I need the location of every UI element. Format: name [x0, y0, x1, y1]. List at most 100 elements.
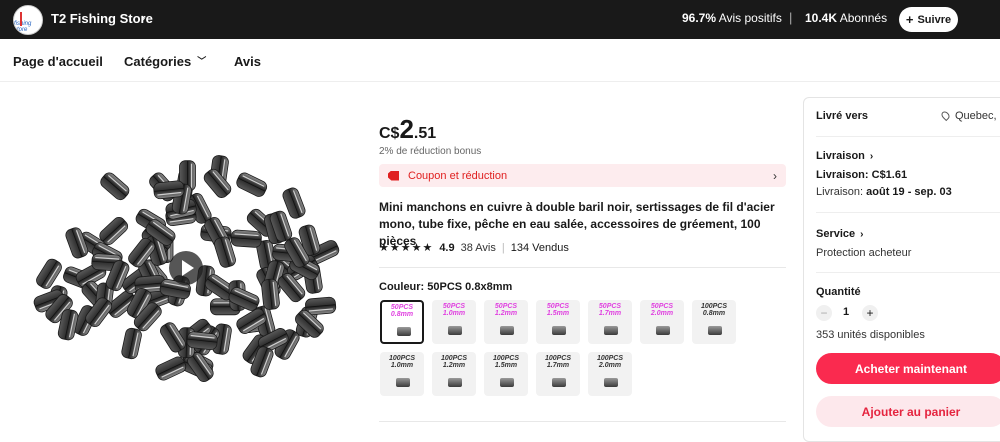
variant-swatch-label: 50PCS0.8mm — [382, 304, 422, 318]
sleeve-thumbnail-icon — [448, 378, 462, 387]
variant-swatch[interactable]: 50PCS1.5mm — [536, 300, 580, 344]
play-video-icon[interactable] — [169, 251, 203, 285]
variant-swatch[interactable]: 100PCS1.5mm — [484, 352, 528, 396]
quantity-value[interactable]: 1 — [843, 306, 849, 318]
divider — [816, 272, 1000, 273]
variant-count: 100PCS — [381, 355, 423, 362]
star-rating-icon: ★★★★★ — [379, 241, 433, 254]
rating-score: 4.9 — [439, 242, 454, 254]
variant-swatch-label: 100PCS0.8mm — [693, 303, 735, 317]
nav-categories[interactable]: Catégories﹀ — [124, 54, 206, 69]
chevron-right-icon: › — [773, 169, 777, 183]
sleeve-thumbnail-icon — [500, 378, 514, 387]
color-label: Couleur: 50PCS 0.8x8mm — [379, 281, 512, 293]
divider — [379, 421, 786, 422]
store-nav: Page d'accueil Catégories﹀ Avis — [0, 39, 1000, 82]
variant-swatch-label: 100PCS2.0mm — [589, 355, 631, 369]
price-currency: C$ — [379, 125, 399, 142]
sleeve-thumbnail-icon — [552, 378, 566, 387]
variant-swatch[interactable]: 100PCS1.2mm — [432, 352, 476, 396]
product-price: C$2.51 — [379, 114, 436, 145]
variant-count: 50PCS — [433, 303, 475, 310]
variant-swatch[interactable]: 50PCS2.0mm — [640, 300, 684, 344]
positive-label: Avis positifs — [719, 11, 782, 25]
sleeve-thumbnail-icon — [656, 326, 670, 335]
price-decimal: .51 — [414, 125, 436, 142]
variant-size: 2.0mm — [589, 362, 631, 369]
sleeve-thumbnail-icon — [604, 326, 618, 335]
variant-count: 50PCS — [537, 303, 579, 310]
service-link[interactable]: Service› — [816, 228, 864, 240]
rating-row[interactable]: ★★★★★ 4.9 38 Avis | 134 Vendus — [379, 241, 569, 254]
variant-swatch[interactable]: 100PCS1.0mm — [380, 352, 424, 396]
variant-swatch[interactable]: 50PCS0.8mm — [380, 300, 424, 344]
variant-size: 0.8mm — [382, 311, 422, 318]
quantity-label: Quantité — [816, 286, 861, 298]
stat-divider: | — [789, 10, 792, 25]
quantity-decrease-button[interactable]: − — [816, 305, 832, 321]
followers-stat: 10.4K Abonnés — [805, 11, 887, 25]
variant-swatch-label: 50PCS1.7mm — [589, 303, 631, 317]
variant-size: 1.0mm — [433, 310, 475, 317]
buy-now-button[interactable]: Acheter maintenant — [816, 353, 1000, 384]
variant-count: 100PCS — [693, 303, 735, 310]
add-to-cart-button[interactable]: Ajouter au panier — [816, 396, 1000, 427]
purchase-panel — [803, 97, 1000, 442]
nav-reviews[interactable]: Avis — [234, 54, 261, 69]
nav-home[interactable]: Page d'accueil — [13, 54, 103, 69]
variant-swatch-label: 100PCS1.5mm — [485, 355, 527, 369]
ship-to-value[interactable]: Quebec, C — [955, 110, 1000, 122]
sleeve-thumbnail-icon — [500, 326, 514, 335]
followers-count: 10.4K — [805, 11, 837, 25]
chevron-right-icon[interactable]: › — [141, 10, 145, 25]
variant-size: 2.0mm — [641, 310, 683, 317]
delivery-link[interactable]: Livraison› — [816, 150, 873, 162]
variant-count: 100PCS — [589, 355, 631, 362]
follow-button[interactable]: + Suivre — [899, 7, 958, 32]
variant-swatch[interactable]: 50PCS1.0mm — [432, 300, 476, 344]
variant-size: 1.5mm — [485, 362, 527, 369]
variant-count: 100PCS — [433, 355, 475, 362]
positive-reviews-stat: 96.7% Avis positifs — [682, 11, 782, 25]
divider — [379, 267, 786, 268]
divider — [816, 136, 1000, 137]
variant-swatch[interactable]: 50PCS1.7mm — [588, 300, 632, 344]
variant-count: 50PCS — [382, 304, 422, 311]
variant-swatch-label: 50PCS1.5mm — [537, 303, 579, 317]
sleeve-thumbnail-icon — [448, 326, 462, 335]
delivery-date: août 19 - sep. 03 — [866, 186, 952, 198]
add-to-cart-label: Ajouter au panier — [862, 405, 961, 419]
variant-count: 50PCS — [589, 303, 631, 310]
ship-to-label: Livré vers — [816, 110, 868, 122]
variant-swatch[interactable]: 100PCS2.0mm — [588, 352, 632, 396]
variant-size: 1.5mm — [537, 310, 579, 317]
store-name[interactable]: T2 Fishing Store — [51, 11, 153, 26]
store-logo[interactable]: fishing store — [13, 5, 43, 35]
bonus-discount: 2% de réduction bonus — [379, 146, 481, 157]
flag-icon — [20, 12, 28, 26]
review-count[interactable]: 38 Avis — [461, 242, 496, 254]
divider — [816, 212, 1000, 213]
variant-count: 50PCS — [641, 303, 683, 310]
variant-swatch[interactable]: 50PCS1.2mm — [484, 300, 528, 344]
sleeve-thumbnail-icon — [396, 378, 410, 387]
delivery-date-prefix: Livraison: — [816, 186, 863, 198]
variant-size: 0.8mm — [693, 310, 735, 317]
variant-swatch-label: 100PCS1.2mm — [433, 355, 475, 369]
variant-swatch-label: 100PCS1.7mm — [537, 355, 579, 369]
quantity-increase-button[interactable]: + — [862, 305, 878, 321]
delivery-label: Livraison — [816, 150, 865, 162]
variant-swatch[interactable]: 100PCS1.7mm — [536, 352, 580, 396]
store-logo-text: fishing store — [14, 21, 42, 33]
variant-size: 1.0mm — [381, 362, 423, 369]
variant-swatch-label: 100PCS1.0mm — [381, 355, 423, 369]
delivery-cost: Livraison: C$1.61 — [816, 169, 907, 181]
chevron-down-icon: ﹀ — [197, 54, 206, 67]
coupon-bar[interactable]: Coupon et réduction › — [379, 164, 786, 187]
plus-icon: + — [906, 12, 914, 27]
delivery-date-row: Livraison: août 19 - sep. 03 — [816, 186, 952, 198]
variant-swatch[interactable]: 100PCS0.8mm — [692, 300, 736, 344]
coupon-label: Coupon et réduction — [408, 170, 507, 182]
sleeve-thumbnail-icon — [708, 326, 722, 335]
sleeve-thumbnail-icon — [397, 327, 411, 336]
